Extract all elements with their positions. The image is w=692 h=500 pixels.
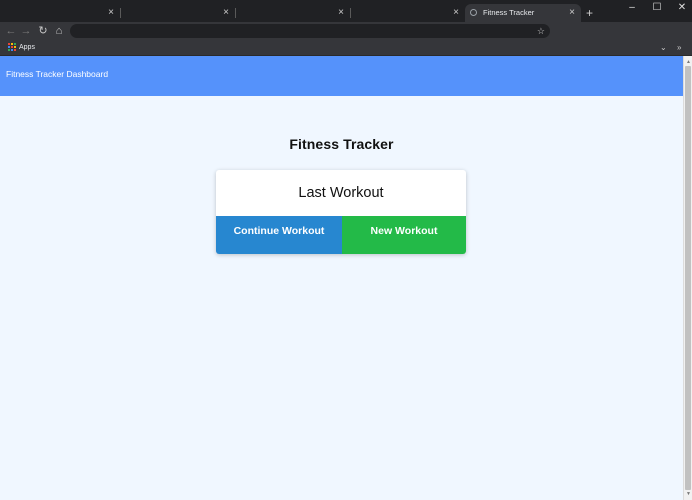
tab-strip: × × × × Fitness Tracker × + – ☐ ✕	[0, 0, 692, 22]
browser-toolbar: ← → ↻ ⌂ ☆	[0, 22, 692, 40]
bookmarks-bar: Apps ⌄ »	[0, 40, 692, 56]
reload-icon[interactable]: ↻	[37, 24, 49, 38]
address-bar[interactable]: ☆	[70, 24, 550, 38]
tab-close-icon[interactable]: ×	[221, 4, 231, 22]
browser-tab-2[interactable]: ×	[121, 4, 235, 22]
browser-tab-1[interactable]: ×	[0, 4, 120, 22]
new-tab-icon[interactable]: +	[586, 6, 593, 20]
page-title: Fitness Tracker	[289, 136, 394, 152]
page-viewport: Fitness Tracker Dashboard Fitness Tracke…	[0, 56, 683, 500]
forward-arrow-icon[interactable]: →	[20, 24, 32, 38]
maximize-icon[interactable]: ☐	[650, 3, 664, 13]
apps-bookmark[interactable]: Apps	[19, 40, 35, 55]
last-workout-card: Last Workout Continue Workout New Workou…	[216, 170, 466, 254]
continue-workout-button[interactable]: Continue Workout	[216, 216, 342, 254]
window-close-icon[interactable]: ✕	[675, 3, 689, 13]
tab-close-icon[interactable]: ×	[451, 4, 461, 22]
chevron-down-icon[interactable]: ⌄	[660, 40, 667, 55]
page-scrollbar[interactable]: ▲ ▼	[683, 56, 692, 500]
tab-close-icon[interactable]: ×	[567, 4, 577, 22]
globe-icon	[470, 9, 477, 16]
minimize-icon[interactable]: –	[625, 3, 639, 13]
app-navbar: Fitness Tracker Dashboard	[0, 56, 683, 96]
tab-title: Fitness Tracker	[483, 8, 535, 17]
tab-close-icon[interactable]: ×	[336, 4, 346, 22]
scroll-down-icon[interactable]: ▼	[685, 490, 692, 498]
scroll-up-icon[interactable]: ▲	[685, 58, 692, 66]
browser-tab-3[interactable]: ×	[236, 4, 350, 22]
back-arrow-icon[interactable]: ←	[5, 24, 17, 38]
navbar-brand[interactable]: Fitness Tracker Dashboard	[6, 56, 108, 93]
browser-tab-4[interactable]: ×	[351, 4, 465, 22]
scrollbar-thumb[interactable]	[685, 66, 691, 490]
browser-tab-active[interactable]: Fitness Tracker ×	[465, 4, 581, 22]
bookmarks-overflow-icon[interactable]: »	[677, 40, 681, 55]
new-workout-button[interactable]: New Workout	[342, 216, 466, 254]
card-title: Last Workout	[298, 185, 384, 201]
bookmark-star-icon[interactable]: ☆	[537, 24, 545, 38]
apps-grid-icon[interactable]	[8, 43, 16, 51]
home-icon[interactable]: ⌂	[53, 24, 65, 38]
tab-close-icon[interactable]: ×	[106, 4, 116, 22]
